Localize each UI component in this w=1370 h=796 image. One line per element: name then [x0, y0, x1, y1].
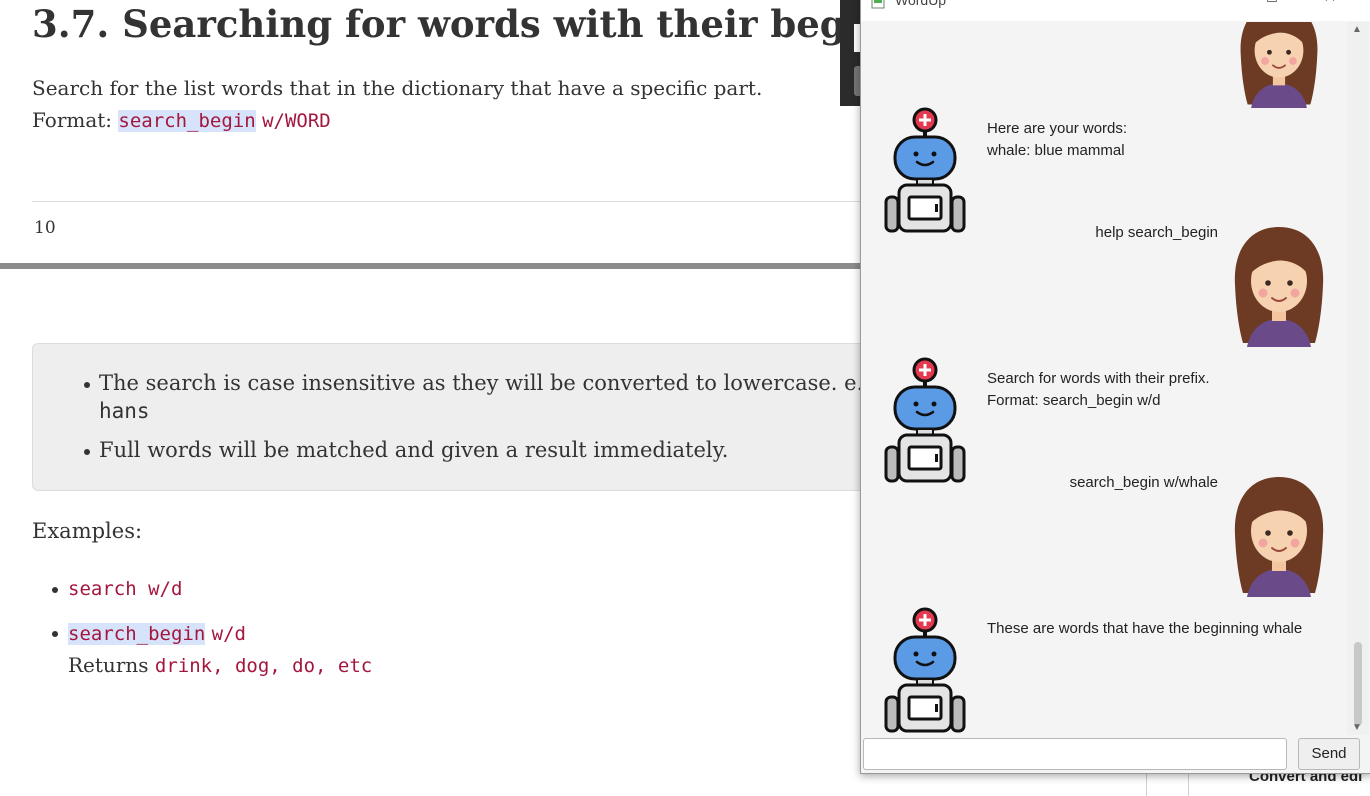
scroll-thumb[interactable]: [1354, 642, 1362, 726]
examples-label: Examples:: [32, 519, 143, 543]
chat-scrollbar[interactable]: ▲ ▼: [1347, 22, 1369, 735]
bot-avatar: [884, 357, 966, 483]
scroll-down-icon[interactable]: ▼: [1352, 722, 1362, 733]
page-break: [0, 263, 900, 269]
example-2-argument: w/d: [211, 623, 246, 645]
message-input[interactable]: [863, 738, 1287, 770]
example-1-code: search w/d: [68, 578, 183, 600]
bullet-dot: [52, 631, 58, 637]
note-bullet-1: The search is case insensitive as they w…: [99, 371, 895, 395]
close-button[interactable]: ✕: [1307, 0, 1353, 11]
note-bullet-1-text: The search is case insensitive as they w…: [99, 371, 877, 395]
scroll-up-icon[interactable]: ▲: [1352, 24, 1362, 35]
user-avatar: [1240, 22, 1318, 108]
bot-avatar: [884, 607, 966, 733]
chat-area[interactable]: Here are your words: whale: blue mammal …: [861, 22, 1349, 735]
intro-text: Search for the list words that in the di…: [32, 76, 763, 100]
example-2: search_begin w/d: [68, 621, 246, 645]
message-line: Format: search_begin w/d: [987, 392, 1161, 409]
section-heading: 3.7. Searching for words with their begi…: [32, 2, 962, 46]
window-title: WordUp: [895, 0, 947, 8]
user-avatar: [1234, 227, 1324, 347]
message-line: Here are your words:: [987, 120, 1128, 137]
format-line: Format: search_begin w/WORD: [32, 108, 331, 132]
format-command: search_begin: [118, 110, 256, 132]
user-avatar: [1234, 477, 1324, 597]
returns-code: drink, dog, do, etc: [154, 655, 373, 677]
divider: [32, 201, 932, 202]
app-icon: [871, 0, 885, 9]
bullet-dot: [84, 449, 90, 455]
wordup-window: WordUp – ☐ ✕: [860, 0, 1370, 774]
message-line: These are words that have the beginning …: [987, 620, 1303, 637]
send-button[interactable]: Send: [1298, 738, 1360, 770]
example-2-returns: Returns drink, dog, do, etc: [68, 653, 372, 677]
bot-message: Search for words with their prefix. Form…: [987, 368, 1210, 412]
maximize-button[interactable]: ☐: [1249, 0, 1295, 11]
format-argument: w/WORD: [262, 110, 331, 132]
bot-message: These are words that have the beginning …: [987, 618, 1302, 640]
note-bullet-1-code-cont: hans: [99, 399, 150, 423]
bullet-dot: [84, 382, 90, 388]
page-number: 10: [34, 218, 56, 238]
example-2-command: search_begin: [68, 623, 206, 645]
minimize-button[interactable]: –: [1191, 0, 1237, 11]
returns-label: Returns: [68, 653, 149, 677]
note-bullet-2: Full words will be matched and given a r…: [99, 438, 729, 462]
message-line: Search for words with their prefix.: [987, 370, 1210, 387]
bot-avatar: [884, 107, 966, 233]
format-label: Format:: [32, 108, 113, 132]
note-box: The search is case insensitive as they w…: [32, 343, 934, 491]
heading-text: 3.7. Searching for words with their begi…: [32, 2, 901, 46]
message-line: whale: blue mammal: [987, 142, 1125, 159]
bullet-dot: [52, 587, 58, 593]
bot-message: Here are your words: whale: blue mammal: [987, 118, 1127, 162]
title-bar[interactable]: WordUp – ☐ ✕: [861, 0, 1370, 21]
user-message: help search_begin: [1095, 224, 1218, 241]
user-message: search_begin w/whale: [1069, 474, 1218, 491]
